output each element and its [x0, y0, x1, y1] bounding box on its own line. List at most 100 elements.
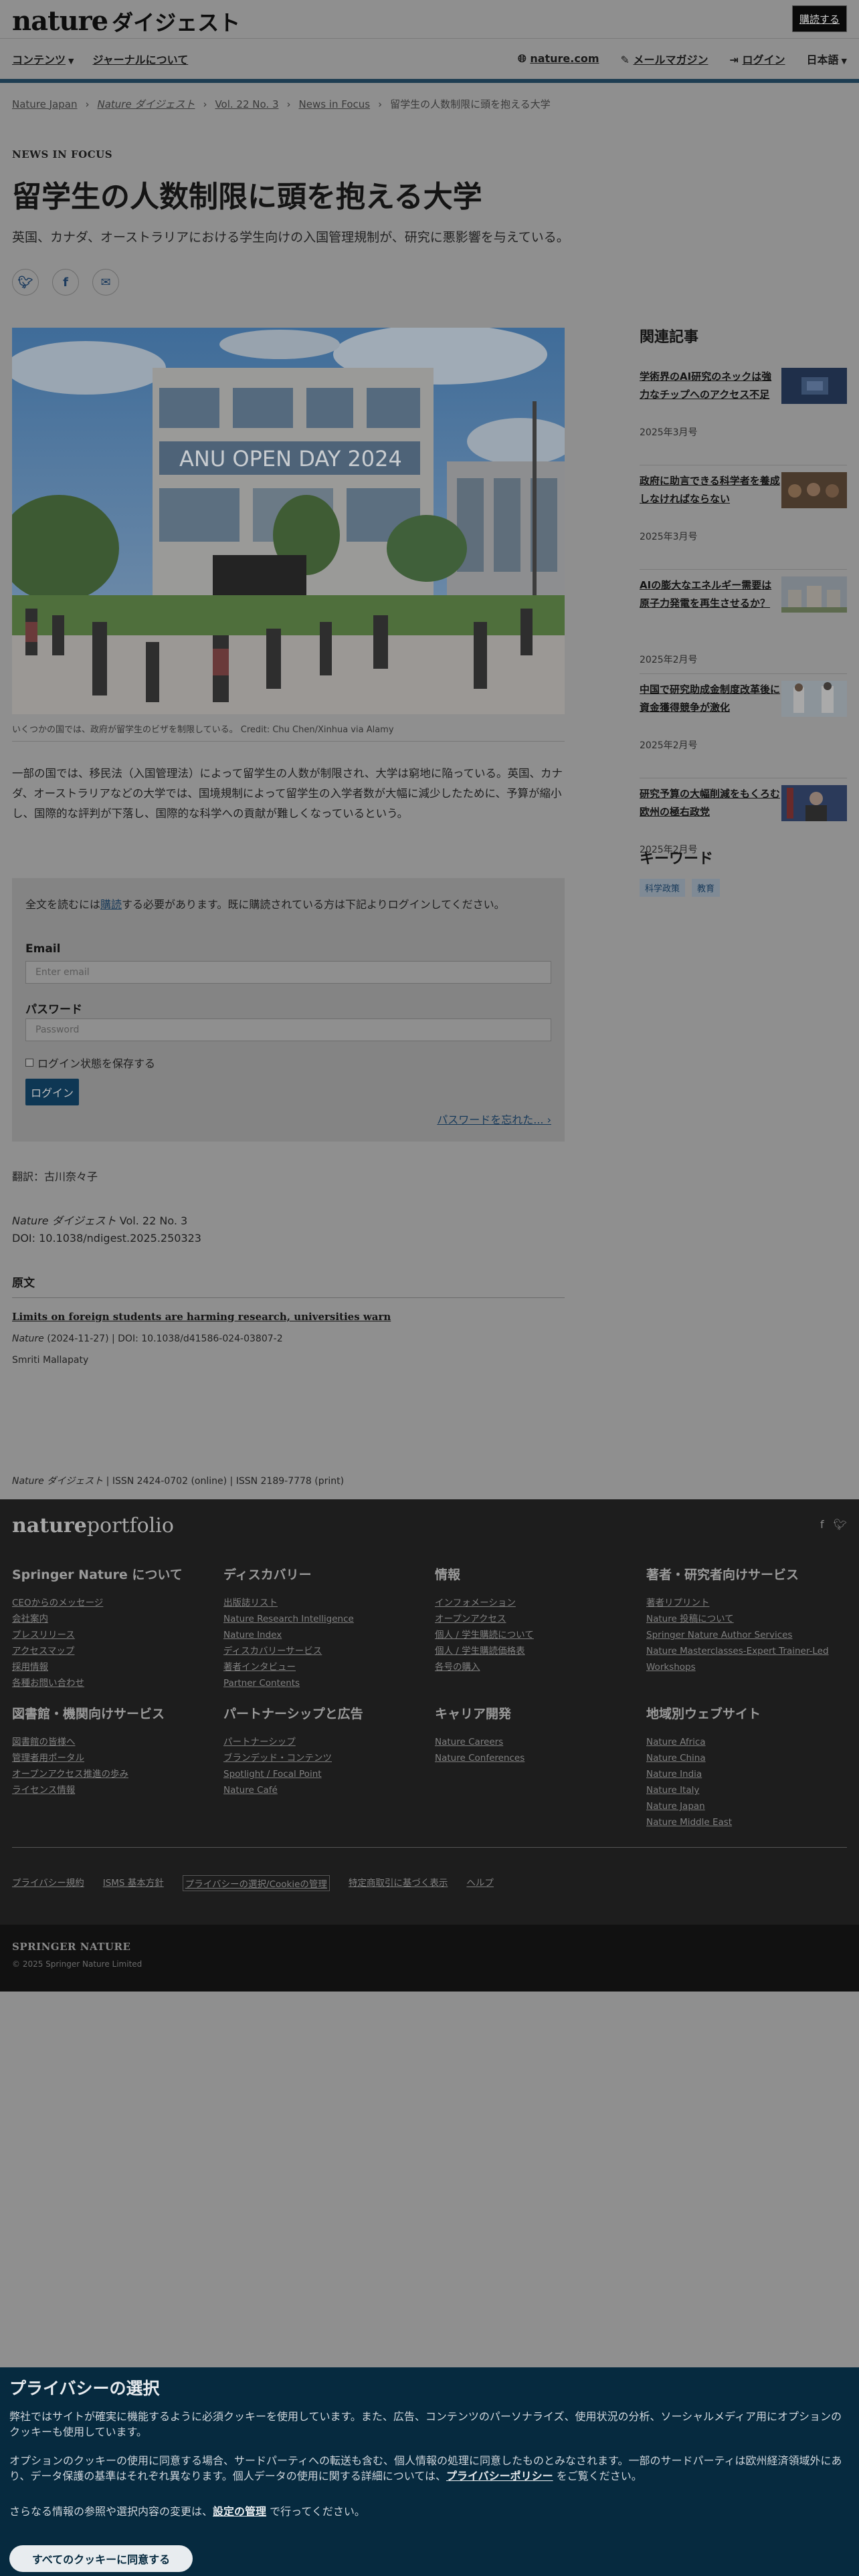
footer-link[interactable]: Nature Research Intelligence	[223, 1611, 424, 1627]
related-title[interactable]: AIの膨大なエネルギー需要は原子力発電を再生させるか？	[640, 576, 780, 613]
footer-link[interactable]: 管理者用ポータル	[12, 1750, 213, 1766]
footer-link[interactable]: 個人 / 学生購読価格表	[435, 1643, 636, 1659]
footer-link[interactable]: Springer Nature Author Services	[646, 1627, 847, 1643]
footer-link[interactable]: Nature Masterclasses-Expert Trainer-Led …	[646, 1643, 847, 1675]
issue-info: Nature ダイジェスト Vol. 22 No. 3	[12, 1212, 187, 1228]
footer-link[interactable]: Nature China	[646, 1750, 847, 1766]
logo-text: nature	[12, 5, 108, 37]
footer-link[interactable]: ディスカバリーサービス	[223, 1643, 424, 1659]
footer-link[interactable]: 個人 / 学生購読について	[435, 1627, 636, 1643]
footer-link[interactable]: Partner Contents	[223, 1675, 424, 1691]
twitter-icon[interactable]: 🐦︎	[12, 269, 39, 296]
footer-link[interactable]: Nature Japan	[646, 1798, 847, 1814]
subscribe-link[interactable]: 購読	[100, 898, 122, 911]
footer-link[interactable]: 出版誌リスト	[223, 1595, 424, 1611]
remember-checkbox[interactable]	[25, 1059, 33, 1067]
related-thumbnail	[781, 472, 847, 508]
original-title-link[interactable]: Limits on foreign students are harming r…	[12, 1311, 391, 1323]
nav-contents[interactable]: コンテンツ ▼	[12, 51, 74, 67]
breadcrumb-item[interactable]: Nature Japan	[12, 98, 77, 110]
related-title[interactable]: 研究予算の大幅削減をもくろむ欧州の極右政党	[640, 785, 780, 821]
footer-link[interactable]: 図書館の皆様へ	[12, 1734, 213, 1750]
footer-link[interactable]: Nature Conferences	[435, 1750, 636, 1766]
footer-link[interactable]: 著者リプリント	[646, 1595, 847, 1611]
footer-link[interactable]: Nature Middle East	[646, 1814, 847, 1830]
facebook-icon[interactable]: f	[52, 269, 79, 296]
nav-about[interactable]: ジャーナルについて	[92, 51, 188, 67]
related-title[interactable]: 政府に助言できる科学者を養成しなければならない	[640, 472, 780, 508]
related-item[interactable]: AIの膨大なエネルギー需要は原子力発電を再生させるか？ 2025年2月号	[640, 570, 847, 674]
footer-link[interactable]: Nature Café	[223, 1782, 424, 1798]
footer-link[interactable]: Nature Index	[223, 1627, 424, 1643]
related-thumbnail	[781, 681, 847, 717]
keyword-tag[interactable]: 教育	[692, 879, 721, 897]
footer-link[interactable]: パートナーシップ	[223, 1734, 424, 1750]
footer-link[interactable]: Nature Careers	[435, 1734, 636, 1750]
nav-login[interactable]: ⇥ ログイン	[730, 51, 785, 67]
footer-link[interactable]: 会社案内	[12, 1611, 213, 1627]
footer-link[interactable]: オープンアクセス	[435, 1611, 636, 1627]
related-articles: 学術界のAI研究のネックは強力なチップへのアクセス不足 2025年3月号 政府に…	[640, 361, 847, 883]
breadcrumb-item[interactable]: News in Focus	[299, 98, 371, 110]
footer-link[interactable]: Nature 投稿について	[646, 1611, 847, 1627]
email-field[interactable]: Enter email	[25, 961, 551, 984]
password-field[interactable]: Password	[25, 1018, 551, 1041]
related-item[interactable]: 学術界のAI研究のネックは強力なチップへのアクセス不足 2025年3月号	[640, 361, 847, 465]
footer-link[interactable]: ブランデッド・コンテンツ	[223, 1750, 424, 1766]
footer-link[interactable]: オープンアクセス推進の歩み	[12, 1766, 213, 1782]
footer-link[interactable]: Nature India	[646, 1766, 847, 1782]
privacy-policy-link[interactable]: プライバシーポリシー	[446, 2470, 553, 2482]
footer-link[interactable]: 著者インタビュー	[223, 1659, 424, 1675]
footer-link[interactable]: Nature Italy	[646, 1782, 847, 1798]
nav-nature-com[interactable]: 🌐︎ nature.com	[518, 52, 599, 66]
footer-link[interactable]: Nature Africa	[646, 1734, 847, 1750]
springer-nature-logo[interactable]: SPRINGER NATURE	[12, 1941, 130, 1953]
nature-digest-logo[interactable]: nature ダイジェスト	[12, 5, 240, 37]
manage-settings-link[interactable]: 設定の管理	[213, 2505, 266, 2518]
email-icon[interactable]: ✉	[92, 269, 119, 296]
remember-me[interactable]: ログイン状態を保存する	[25, 1055, 155, 1071]
login-button[interactable]: ログイン	[25, 1079, 79, 1105]
volume: Vol. 22 No. 3	[119, 1214, 188, 1227]
footer-link[interactable]: 各種お問い合わせ	[12, 1675, 213, 1691]
related-title[interactable]: 学術界のAI研究のネックは強力なチップへのアクセス不足	[640, 368, 780, 404]
accept-all-cookies-button[interactable]: すべてのクッキーに同意する	[9, 2545, 193, 2572]
footer-link[interactable]: Spotlight / Focal Point	[223, 1766, 424, 1782]
np-logo-b: portfolio	[86, 1514, 174, 1537]
footer-bottom: SPRINGER NATURE © 2025 Springer Nature L…	[0, 1925, 859, 1992]
footer-col-regional: 地域別ウェブサイト Nature Africa Nature China Nat…	[646, 1704, 847, 1830]
nav-mail-label: メールマガジン	[633, 53, 708, 66]
legal-link[interactable]: プライバシー規約	[12, 1875, 84, 1891]
help-link[interactable]: ヘルプ	[466, 1875, 494, 1891]
footer-col-info: 情報 インフォメーション オープンアクセス 個人 / 学生購読について 個人 /…	[435, 1565, 636, 1675]
footer-link[interactable]: CEOからのメッセージ	[12, 1595, 213, 1611]
nav-language[interactable]: 日本語 ▼	[807, 51, 847, 67]
footer-link[interactable]: アクセスマップ	[12, 1643, 213, 1659]
related-date: 2025年3月号	[640, 427, 698, 438]
cookie-settings-link[interactable]: プライバシーの選択/Cookieの管理	[182, 1875, 330, 1891]
twitter-icon[interactable]: 🐦︎	[834, 1518, 847, 1531]
related-title[interactable]: 中国で研究助成金制度改革後に資金獲得競争が激化	[640, 681, 780, 717]
footer: natureportfolio f 🐦︎ Springer Nature につい…	[0, 1499, 859, 1925]
footer-link[interactable]: 各号の購入	[435, 1659, 636, 1675]
keyword-list: 科学政策 教育	[640, 879, 721, 897]
footer-link[interactable]: 採用情報	[12, 1659, 213, 1675]
facebook-icon[interactable]: f	[820, 1518, 824, 1531]
footer-link[interactable]: インフォメーション	[435, 1595, 636, 1611]
logo-jp-text: ダイジェスト	[112, 10, 241, 35]
legal-link[interactable]: ISMS 基本方針	[103, 1875, 164, 1891]
legal-link[interactable]: 特定商取引に基づく表示	[349, 1875, 448, 1891]
keyword-tag[interactable]: 科学政策	[640, 879, 686, 897]
cookie-text-3b: で行ってください。	[266, 2505, 365, 2518]
related-item[interactable]: 中国で研究助成金制度改革後に資金獲得競争が激化 2025年2月号	[640, 674, 847, 778]
footer-col-libraries: 図書館・機関向けサービス 図書館の皆様へ 管理者用ポータル オープンアクセス推進…	[12, 1704, 213, 1798]
breadcrumb-item[interactable]: Nature ダイジェスト	[97, 97, 195, 111]
nature-portfolio-logo[interactable]: natureportfolio	[12, 1514, 174, 1537]
breadcrumb-item[interactable]: Vol. 22 No. 3	[215, 98, 278, 110]
forgot-password-link[interactable]: パスワードを忘れた... ›	[437, 1111, 551, 1127]
footer-link[interactable]: ライセンス情報	[12, 1782, 213, 1798]
related-item[interactable]: 政府に助言できる科学者を養成しなければならない 2025年3月号	[640, 465, 847, 570]
subscribe-button[interactable]: 購読する	[792, 5, 847, 32]
nav-mail-magazine[interactable]: ✎ メールマガジン	[621, 51, 708, 67]
footer-link[interactable]: プレスリリース	[12, 1627, 213, 1643]
